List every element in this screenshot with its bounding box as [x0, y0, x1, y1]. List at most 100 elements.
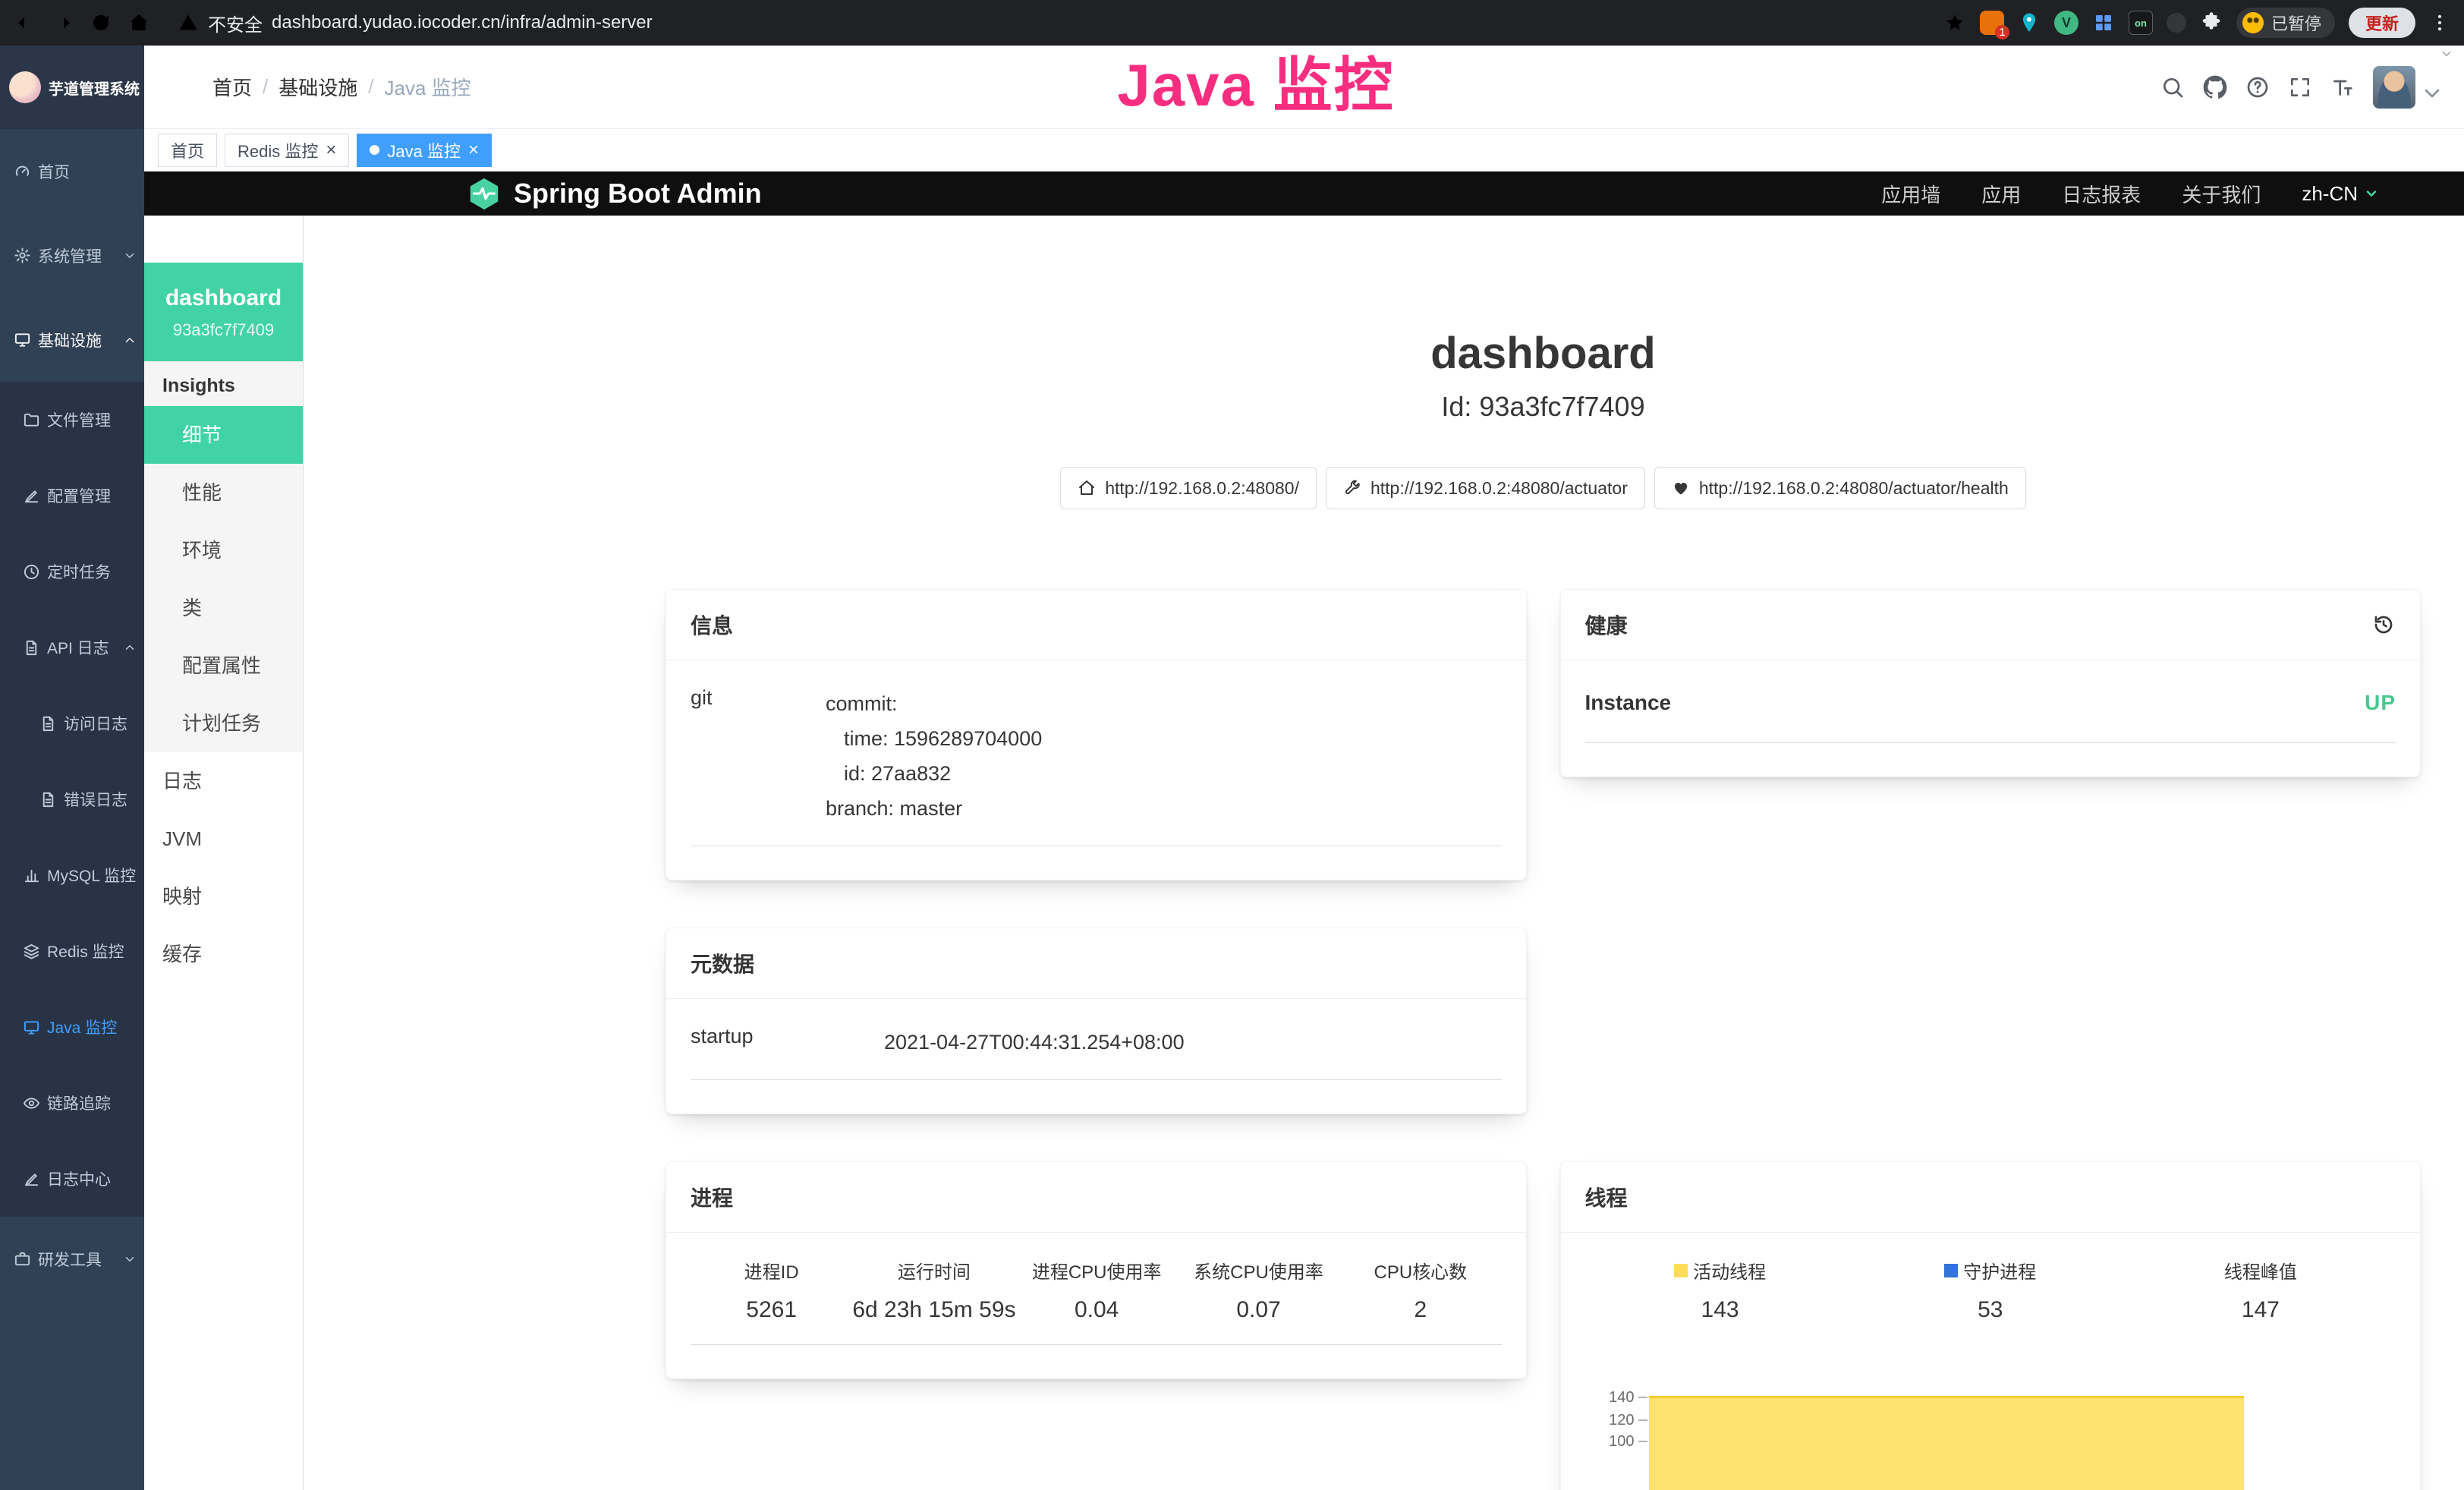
url-text[interactable]: dashboard.yudao.iocoder.cn/infra/admin-s… — [272, 12, 653, 33]
search-icon[interactable] — [2160, 75, 2185, 99]
sba-item-caches[interactable]: 缓存 — [144, 925, 303, 983]
sba-item-jvm[interactable]: JVM — [144, 810, 303, 868]
sidebar-item-api-logs[interactable]: API 日志 — [0, 610, 144, 685]
threads-chart-plot — [1649, 1390, 2245, 1490]
extension-icon-orange[interactable]: 1 — [1980, 11, 2004, 35]
sidebar-item-java-monitor[interactable]: Java 监控 — [0, 989, 144, 1065]
active-dot — [370, 145, 379, 155]
actuator-url-link[interactable]: http://192.168.0.2:48080/actuator — [1326, 467, 1645, 509]
insights-group-label: Insights — [144, 361, 303, 406]
sba-nav-about[interactable]: 关于我们 — [2182, 180, 2261, 208]
legend-daemon-threads: 守护进程 53 — [1855, 1257, 2126, 1323]
address-bar[interactable]: 不安全 dashboard.yudao.iocoder.cn/infra/adm… — [178, 10, 1928, 36]
sba-instance-header[interactable]: dashboard 93a3fc7f7409 — [144, 263, 303, 361]
app-sidebar: 芋道管理系统 首页 系统管理 基础设施 文件管理 — [0, 46, 144, 1490]
threads-card: 线程 活动线程 143 守护进程 — [1560, 1161, 2422, 1490]
sba-header: Spring Boot Admin 应用墙 应用 日志报表 关于我们 zh-CN — [144, 172, 2464, 216]
browser-home-icon[interactable] — [127, 11, 150, 34]
health-url-link[interactable]: http://192.168.0.2:48080/actuator/health — [1654, 467, 2026, 509]
instance-url-link[interactable]: http://192.168.0.2:48080/ — [1060, 467, 1317, 509]
chevron-down-icon[interactable] — [2440, 47, 2453, 61]
fullscreen-icon[interactable] — [2288, 75, 2312, 99]
sba-item-logs[interactable]: 日志 — [144, 752, 303, 810]
git-key: git — [691, 686, 826, 826]
breadcrumb-infrastructure[interactable]: 基础设施 — [278, 73, 357, 101]
sidebar-item-system[interactable]: 系统管理 — [0, 213, 144, 298]
extension-icon-round[interactable] — [2167, 13, 2186, 33]
sidebar-item-redis-monitor[interactable]: Redis 监控 — [0, 913, 144, 989]
not-secure-warning-icon[interactable] — [178, 12, 199, 33]
text-size-icon[interactable] — [2330, 75, 2355, 99]
tab-home[interactable]: 首页 — [158, 134, 217, 167]
info-card-title: 信息 — [691, 610, 733, 640]
breadcrumb-home[interactable]: 首页 — [212, 73, 252, 101]
browser-forward-icon[interactable] — [52, 11, 74, 34]
health-card-title: 健康 — [1585, 610, 1628, 640]
info-card: 信息 git commit: time: 1596289704000 id: 2… — [666, 589, 1527, 880]
security-label: 不安全 — [208, 10, 263, 36]
sidebar-item-infrastructure[interactable]: 基础设施 — [0, 298, 144, 382]
chevron-up-icon — [123, 333, 137, 347]
browser-reload-icon[interactable] — [90, 11, 112, 34]
extension-icon-plugin[interactable] — [2200, 11, 2223, 34]
sba-item-mappings[interactable]: 映射 — [144, 868, 303, 925]
profile-paused-chip[interactable]: 已暂停 — [2236, 8, 2335, 38]
sba-item-classes[interactable]: 类 — [144, 579, 303, 637]
threads-card-title: 线程 — [1585, 1182, 1628, 1212]
sidebar-item-error-logs[interactable]: 错误日志 — [0, 761, 144, 837]
tab-java-monitor[interactable]: Java 监控 × — [357, 134, 492, 167]
spring-boot-admin-logo-icon — [467, 176, 502, 211]
sba-locale-select[interactable]: zh-CN — [2302, 182, 2379, 206]
sba-item-metrics[interactable]: 性能 — [144, 464, 303, 521]
sba-nav: 应用墙 应用 日志报表 关于我们 zh-CN — [1881, 180, 2379, 208]
sidebar-item-file-management[interactable]: 文件管理 — [0, 382, 144, 458]
sba-item-config-props[interactable]: 配置属性 — [144, 637, 303, 695]
sba-item-scheduled-tasks[interactable]: 计划任务 — [144, 695, 303, 752]
sba-nav-journal[interactable]: 日志报表 — [2062, 180, 2141, 208]
sidebar-menu: 首页 系统管理 基础设施 文件管理 配置管理 — [0, 129, 144, 1301]
github-icon[interactable] — [2203, 75, 2227, 99]
close-icon[interactable]: × — [326, 141, 336, 159]
instance-links: http://192.168.0.2:48080/ http://192.168… — [666, 467, 2421, 509]
sidebar-item-scheduled-jobs[interactable]: 定时任务 — [0, 534, 144, 610]
process-table: 进程ID 5261 运行时间 6d 23h 15m 59s 进程CPU使用率 — [691, 1237, 1502, 1345]
extension-icon-vue-devtools[interactable]: V — [2054, 11, 2079, 35]
sidebar-item-config-management[interactable]: 配置管理 — [0, 458, 144, 534]
history-refresh-icon[interactable] — [2371, 613, 2396, 637]
sidebar-item-dev-tools[interactable]: 研发工具 — [0, 1217, 144, 1301]
sba-nav-applications[interactable]: 应用 — [1981, 180, 2021, 208]
close-icon[interactable]: × — [468, 141, 479, 159]
document-icon — [39, 791, 57, 808]
sidebar-item-mysql-monitor[interactable]: MySQL 监控 — [0, 837, 144, 913]
threads-legend: 活动线程 143 守护进程 53 线程峰值 14 — [1585, 1237, 2396, 1323]
process-col-pid: 进程ID 5261 — [691, 1257, 852, 1323]
sidebar-item-log-center[interactable]: 日志中心 — [0, 1141, 144, 1217]
monitor-icon — [23, 1019, 40, 1036]
sidebar-logo[interactable]: 芋道管理系统 — [0, 46, 144, 129]
extension-icon-switch[interactable]: on — [2129, 11, 2153, 35]
help-icon[interactable] — [2245, 75, 2270, 99]
user-avatar[interactable] — [2373, 66, 2444, 109]
extension-icon-grid[interactable] — [2092, 11, 2115, 34]
sidebar-item-tracing[interactable]: 链路追踪 — [0, 1065, 144, 1141]
metadata-card-title: 元数据 — [691, 948, 754, 978]
hamburger-icon[interactable] — [164, 74, 190, 100]
sba-nav-wallboard[interactable]: 应用墙 — [1881, 180, 1940, 208]
breadcrumb-separator: / — [368, 75, 373, 99]
sba-item-details[interactable]: 细节 — [144, 406, 303, 464]
health-instance-label: Instance — [1585, 691, 1672, 715]
browser-update-button[interactable]: 更新 — [2349, 8, 2415, 38]
health-card: 健康 Instance UP — [1560, 589, 2422, 777]
threads-chart-y-axis: 140 120 100 — [1585, 1390, 1649, 1490]
browser-back-icon[interactable] — [14, 11, 36, 34]
sidebar-item-home[interactable]: 首页 — [0, 129, 144, 213]
live-threads-area-series — [1649, 1396, 2245, 1490]
extension-icon-pin[interactable] — [2018, 11, 2041, 34]
browser-menu-icon[interactable] — [2429, 12, 2450, 33]
sidebar-item-access-logs[interactable]: 访问日志 — [0, 685, 144, 761]
navbar-actions — [2160, 66, 2444, 109]
tab-redis-monitor[interactable]: Redis 监控 × — [225, 134, 349, 167]
bookmark-star-icon[interactable] — [1943, 11, 1966, 34]
sba-item-environment[interactable]: 环境 — [144, 521, 303, 579]
sba-brand[interactable]: Spring Boot Admin — [467, 176, 762, 211]
